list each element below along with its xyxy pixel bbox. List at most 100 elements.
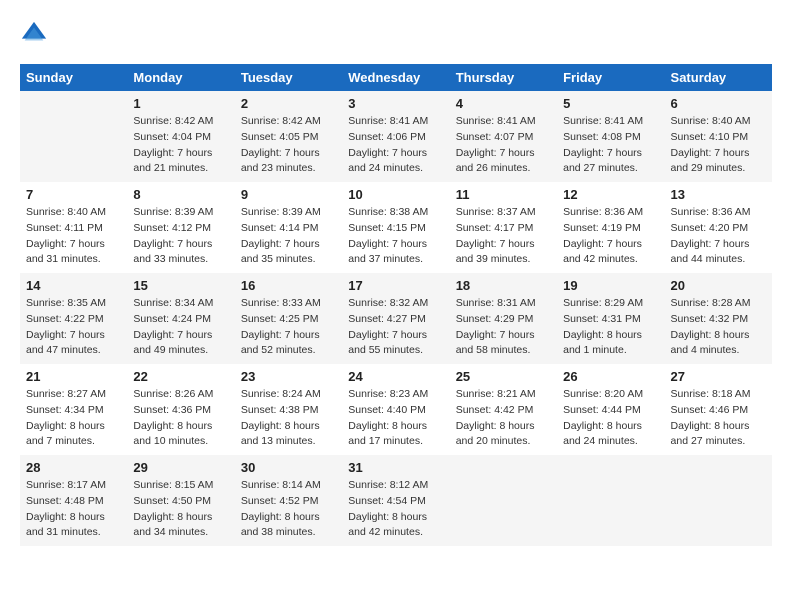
calendar-cell: 29 Sunrise: 8:15 AMSunset: 4:50 PMDayligh… [127,455,234,546]
day-info: Sunrise: 8:29 AMSunset: 4:31 PMDaylight:… [563,296,658,359]
weekday-header-friday: Friday [557,64,664,91]
weekday-header-wednesday: Wednesday [342,64,449,91]
day-number: 20 [671,278,766,293]
calendar-cell: 4 Sunrise: 8:41 AMSunset: 4:07 PMDaylight… [450,91,557,182]
calendar-cell: 11 Sunrise: 8:37 AMSunset: 4:17 PMDayligh… [450,182,557,273]
calendar-cell: 23 Sunrise: 8:24 AMSunset: 4:38 PMDayligh… [235,364,342,455]
day-info: Sunrise: 8:12 AMSunset: 4:54 PMDaylight:… [348,478,443,541]
logo [20,20,52,48]
day-number: 25 [456,369,551,384]
calendar-cell: 1 Sunrise: 8:42 AMSunset: 4:04 PMDaylight… [127,91,234,182]
day-number: 28 [26,460,121,475]
calendar-cell: 13 Sunrise: 8:36 AMSunset: 4:20 PMDayligh… [665,182,772,273]
day-info: Sunrise: 8:15 AMSunset: 4:50 PMDaylight:… [133,478,228,541]
week-row-3: 14 Sunrise: 8:35 AMSunset: 4:22 PMDayligh… [20,273,772,364]
day-number: 7 [26,187,121,202]
calendar-cell: 15Sunrise: 8:34 AMSunset: 4:24 PMDayligh… [127,273,234,364]
day-info: Sunrise: 8:41 AMSunset: 4:07 PMDaylight:… [456,114,551,177]
calendar-cell [450,455,557,546]
week-row-2: 7 Sunrise: 8:40 AMSunset: 4:11 PMDaylight… [20,182,772,273]
calendar-cell: 8 Sunrise: 8:39 AMSunset: 4:12 PMDaylight… [127,182,234,273]
day-number: 5 [563,96,658,111]
day-info: Sunrise: 8:42 AMSunset: 4:04 PMDaylight:… [133,114,228,177]
day-info: Sunrise: 8:20 AMSunset: 4:44 PMDaylight:… [563,387,658,450]
calendar-cell: 16 Sunrise: 8:33 AMSunset: 4:25 PMDayligh… [235,273,342,364]
calendar-cell: 28 Sunrise: 8:17 AMSunset: 4:48 PMDayligh… [20,455,127,546]
day-number: 29 [133,460,228,475]
day-info: Sunrise: 8:39 AMSunset: 4:14 PMDaylight:… [241,205,336,268]
day-number: 8 [133,187,228,202]
day-number: 12 [563,187,658,202]
calendar-cell: 5 Sunrise: 8:41 AMSunset: 4:08 PMDaylight… [557,91,664,182]
day-info: Sunrise: 8:36 AMSunset: 4:19 PMDaylight:… [563,205,658,268]
day-info: Sunrise: 8:18 AMSunset: 4:46 PMDaylight:… [671,387,766,450]
calendar-cell [20,91,127,182]
day-number: 13 [671,187,766,202]
calendar-cell: 27Sunrise: 8:18 AMSunset: 4:46 PMDayligh… [665,364,772,455]
day-number: 18 [456,278,551,293]
day-number: 26 [563,369,658,384]
calendar-cell: 25Sunrise: 8:21 AMSunset: 4:42 PMDayligh… [450,364,557,455]
calendar-cell [665,455,772,546]
day-info: Sunrise: 8:17 AMSunset: 4:48 PMDaylight:… [26,478,121,541]
calendar-cell: 30 Sunrise: 8:14 AMSunset: 4:52 PMDayligh… [235,455,342,546]
calendar-cell: 14 Sunrise: 8:35 AMSunset: 4:22 PMDayligh… [20,273,127,364]
calendar-cell: 31Sunrise: 8:12 AMSunset: 4:54 PMDayligh… [342,455,449,546]
day-info: Sunrise: 8:31 AMSunset: 4:29 PMDaylight:… [456,296,551,359]
calendar-cell: 7 Sunrise: 8:40 AMSunset: 4:11 PMDaylight… [20,182,127,273]
day-number: 17 [348,278,443,293]
day-info: Sunrise: 8:41 AMSunset: 4:06 PMDaylight:… [348,114,443,177]
calendar-cell: 3Sunrise: 8:41 AMSunset: 4:06 PMDaylight… [342,91,449,182]
day-number: 22 [133,369,228,384]
calendar-cell: 2Sunrise: 8:42 AMSunset: 4:05 PMDaylight… [235,91,342,182]
page-header [20,20,772,48]
day-info: Sunrise: 8:41 AMSunset: 4:08 PMDaylight:… [563,114,658,177]
week-row-4: 21 Sunrise: 8:27 AMSunset: 4:34 PMDayligh… [20,364,772,455]
calendar-cell: 6Sunrise: 8:40 AMSunset: 4:10 PMDaylight… [665,91,772,182]
day-number: 30 [241,460,336,475]
day-number: 10 [348,187,443,202]
day-number: 23 [241,369,336,384]
day-info: Sunrise: 8:26 AMSunset: 4:36 PMDaylight:… [133,387,228,450]
logo-icon [20,20,48,48]
weekday-header-sunday: Sunday [20,64,127,91]
day-number: 4 [456,96,551,111]
calendar-cell: 10 Sunrise: 8:38 AMSunset: 4:15 PMDayligh… [342,182,449,273]
day-info: Sunrise: 8:14 AMSunset: 4:52 PMDaylight:… [241,478,336,541]
calendar-cell: 12 Sunrise: 8:36 AMSunset: 4:19 PMDayligh… [557,182,664,273]
day-info: Sunrise: 8:32 AMSunset: 4:27 PMDaylight:… [348,296,443,359]
calendar-cell: 9 Sunrise: 8:39 AMSunset: 4:14 PMDaylight… [235,182,342,273]
day-number: 21 [26,369,121,384]
day-info: Sunrise: 8:27 AMSunset: 4:34 PMDaylight:… [26,387,121,450]
day-number: 11 [456,187,551,202]
day-info: Sunrise: 8:39 AMSunset: 4:12 PMDaylight:… [133,205,228,268]
day-info: Sunrise: 8:38 AMSunset: 4:15 PMDaylight:… [348,205,443,268]
day-info: Sunrise: 8:34 AMSunset: 4:24 PMDaylight:… [133,296,228,359]
calendar-table: SundayMondayTuesdayWednesdayThursdayFrid… [20,64,772,546]
day-info: Sunrise: 8:40 AMSunset: 4:11 PMDaylight:… [26,205,121,268]
calendar-cell: 19 Sunrise: 8:29 AMSunset: 4:31 PMDayligh… [557,273,664,364]
day-info: Sunrise: 8:35 AMSunset: 4:22 PMDaylight:… [26,296,121,359]
day-info: Sunrise: 8:33 AMSunset: 4:25 PMDaylight:… [241,296,336,359]
day-info: Sunrise: 8:37 AMSunset: 4:17 PMDaylight:… [456,205,551,268]
day-number: 14 [26,278,121,293]
week-row-5: 28 Sunrise: 8:17 AMSunset: 4:48 PMDayligh… [20,455,772,546]
day-number: 9 [241,187,336,202]
day-number: 16 [241,278,336,293]
day-number: 1 [133,96,228,111]
day-info: Sunrise: 8:40 AMSunset: 4:10 PMDaylight:… [671,114,766,177]
day-info: Sunrise: 8:24 AMSunset: 4:38 PMDaylight:… [241,387,336,450]
day-number: 19 [563,278,658,293]
weekday-header-thursday: Thursday [450,64,557,91]
calendar-cell: 21 Sunrise: 8:27 AMSunset: 4:34 PMDayligh… [20,364,127,455]
day-number: 24 [348,369,443,384]
weekday-header-row: SundayMondayTuesdayWednesdayThursdayFrid… [20,64,772,91]
weekday-header-monday: Monday [127,64,234,91]
day-info: Sunrise: 8:28 AMSunset: 4:32 PMDaylight:… [671,296,766,359]
weekday-header-saturday: Saturday [665,64,772,91]
week-row-1: 1 Sunrise: 8:42 AMSunset: 4:04 PMDaylight… [20,91,772,182]
calendar-cell: 26 Sunrise: 8:20 AMSunset: 4:44 PMDayligh… [557,364,664,455]
calendar-cell: 22 Sunrise: 8:26 AMSunset: 4:36 PMDayligh… [127,364,234,455]
day-info: Sunrise: 8:23 AMSunset: 4:40 PMDaylight:… [348,387,443,450]
day-info: Sunrise: 8:36 AMSunset: 4:20 PMDaylight:… [671,205,766,268]
